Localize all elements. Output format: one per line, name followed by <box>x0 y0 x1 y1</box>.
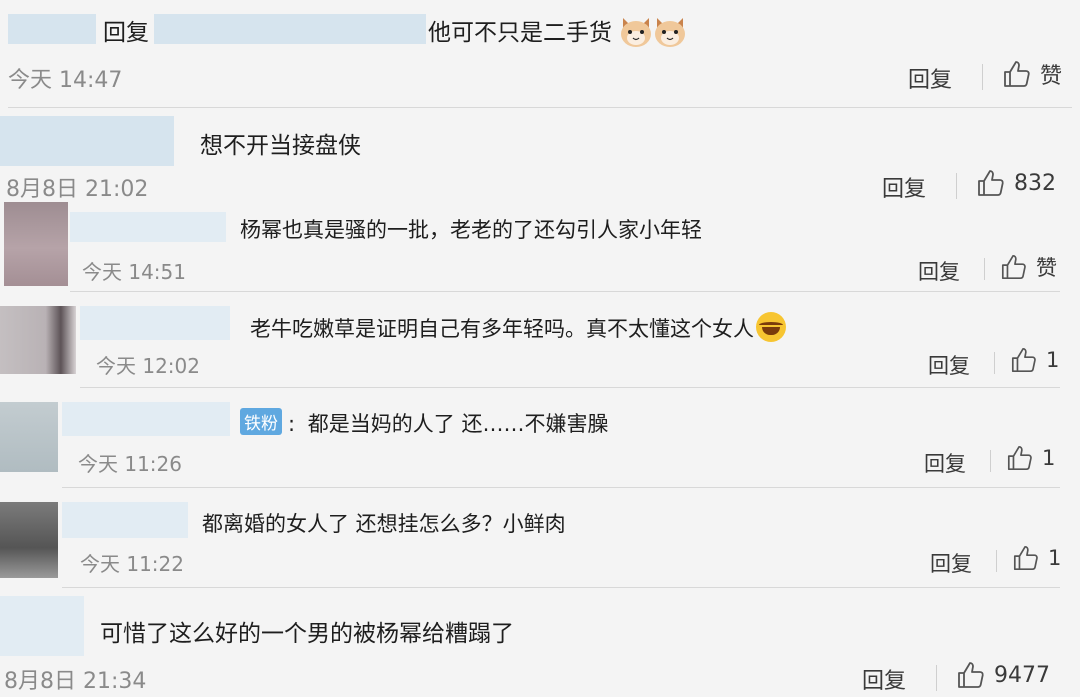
like-button[interactable]: 832 <box>976 168 1056 198</box>
blurred-username <box>0 596 84 656</box>
cat-face-icon <box>653 16 687 48</box>
divider <box>982 64 983 90</box>
comment-time: 今天 14:47 <box>8 68 123 93</box>
blurred-mention <box>154 14 426 44</box>
fan-badge: 铁粉 <box>240 408 282 435</box>
thumbs-up-icon <box>978 170 1004 196</box>
badge-colon: : <box>288 412 296 436</box>
divider <box>956 173 957 199</box>
reply-button[interactable]: 回复 <box>928 350 970 380</box>
comment-body: 老牛吃嫩草是证明自己有多年轻吗。真不太懂这个女人 <box>250 317 754 341</box>
blurred-username <box>8 14 96 44</box>
comment-time: 今天 11:26 <box>78 452 182 476</box>
like-button[interactable]: 1 <box>1012 544 1061 572</box>
reply-prefix: 回复 <box>103 20 149 46</box>
comment-suffix-text: 他可不只是二手货 <box>428 20 612 46</box>
blurred-username <box>0 116 174 166</box>
thumbs-up-icon <box>1001 254 1026 280</box>
laugh-cry-icon <box>756 312 786 342</box>
avatar <box>0 306 76 374</box>
avatar <box>0 402 58 472</box>
comment-time: 今天 14:51 <box>82 260 186 284</box>
comment-item: 可惜了这么好的一个男的被杨幂给糟蹋了 8月8日 21:34 回复 9477 <box>0 588 1080 697</box>
comment-item: 老牛吃嫩草是证明自己有多年轻吗。真不太懂这个女人 今天 12:02 回复 1 <box>0 292 1080 388</box>
thumbs-up-icon <box>1007 445 1032 471</box>
divider <box>990 450 991 472</box>
comment-text: 杨幂也真是骚的一批，老老的了还勾引人家小年轻 <box>240 218 702 242</box>
blurred-username <box>62 502 188 538</box>
comment-body: 都是当妈的人了 还……不嫌害臊 <box>307 412 609 436</box>
comment-text: 铁粉: 都是当妈的人了 还……不嫌害臊 <box>240 408 608 438</box>
thumbs-up-icon <box>1013 545 1038 571</box>
like-button[interactable]: 9477 <box>956 660 1050 690</box>
reply-button[interactable]: 回复 <box>918 256 960 286</box>
comment-text-suffix: 他可不只是二手货 <box>428 13 687 48</box>
comment-item: 想不开当接盘侠 8月8日 21:02 回复 832 <box>0 108 1080 203</box>
reply-button[interactable]: 回复 <box>924 448 966 478</box>
comment-time: 8月8日 21:34 <box>4 669 147 694</box>
like-count: 9477 <box>994 662 1050 688</box>
comment-text: 回复 <box>103 13 149 47</box>
blurred-username <box>62 402 230 436</box>
reply-button[interactable]: 回复 <box>882 171 926 203</box>
like-button[interactable]: 赞 <box>1000 252 1057 282</box>
reply-button[interactable]: 回复 <box>862 663 906 695</box>
comment-item: 都离婚的女人了 还想挂怎么多？小鲜肉 今天 11:22 回复 1 <box>0 488 1080 588</box>
comment-text: 老牛吃嫩草是证明自己有多年轻吗。真不太懂这个女人 <box>250 312 786 343</box>
like-label: 赞 <box>1040 64 1063 89</box>
like-count: 1 <box>1046 348 1060 372</box>
divider <box>996 550 997 572</box>
comment-time: 8月8日 21:02 <box>6 177 149 202</box>
cat-face-icon <box>619 16 653 48</box>
reply-button[interactable]: 回复 <box>930 548 972 578</box>
thumbs-up-icon <box>1004 61 1030 87</box>
blurred-username <box>70 212 226 242</box>
like-button[interactable]: 赞 <box>1002 58 1062 90</box>
divider <box>984 258 985 280</box>
like-count: 832 <box>1014 170 1056 196</box>
blurred-username <box>80 306 230 340</box>
divider <box>936 665 937 691</box>
thumbs-up-icon <box>1011 347 1036 373</box>
like-button[interactable]: 1 <box>1006 444 1055 472</box>
comment-text: 都离婚的女人了 还想挂怎么多？小鲜肉 <box>202 512 566 536</box>
comment-time: 今天 11:22 <box>80 552 184 576</box>
avatar <box>0 502 58 578</box>
avatar <box>4 202 68 286</box>
like-button[interactable]: 1 <box>1010 346 1059 374</box>
thumbs-up-icon <box>958 662 984 688</box>
comment-item: 回复 他可不只是二手货 今天 14:47 回复 赞 <box>0 0 1080 108</box>
comment-time: 今天 12:02 <box>96 354 200 378</box>
divider <box>994 352 995 374</box>
like-count: 1 <box>1048 546 1062 570</box>
like-label: 赞 <box>1036 256 1057 280</box>
comment-item: 铁粉: 都是当妈的人了 还……不嫌害臊 今天 11:26 回复 1 <box>0 388 1080 488</box>
comment-item: 杨幂也真是骚的一批，老老的了还勾引人家小年轻 今天 14:51 回复 赞 <box>0 200 1080 292</box>
like-count: 1 <box>1042 446 1056 470</box>
comment-text: 可惜了这么好的一个男的被杨幂给糟蹋了 <box>100 621 514 647</box>
comment-text: 想不开当接盘侠 <box>200 133 361 159</box>
reply-button[interactable]: 回复 <box>908 62 952 94</box>
